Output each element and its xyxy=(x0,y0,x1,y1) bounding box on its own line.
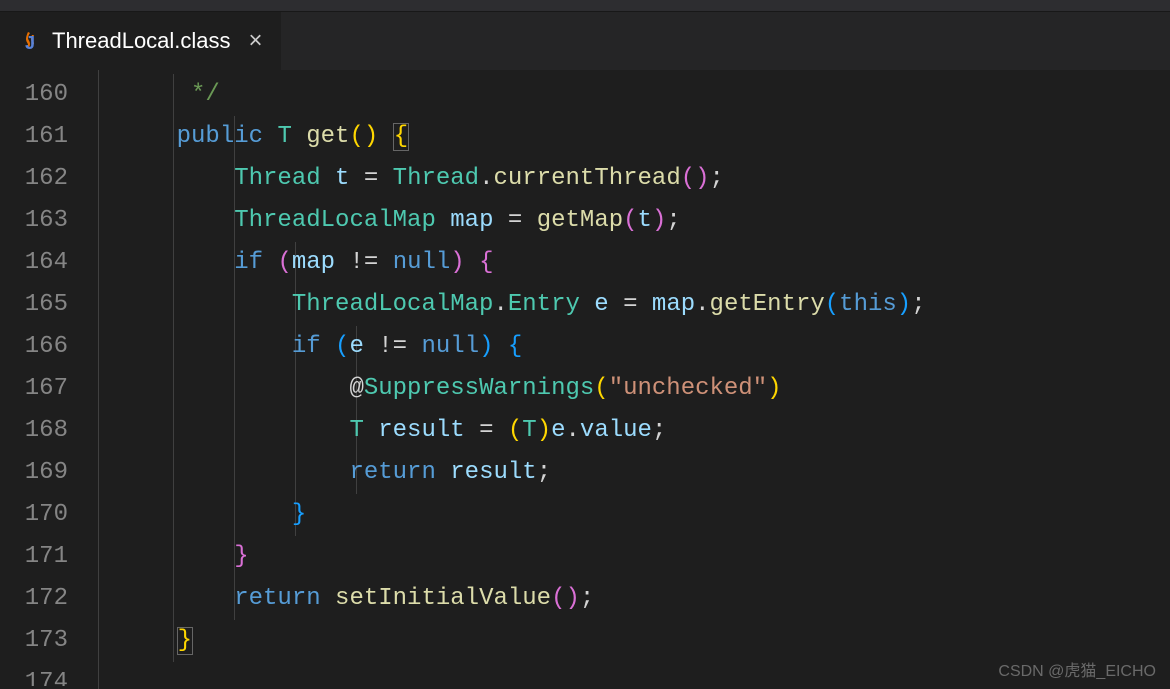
line-gutter: 160 161 162 163 164 165 166 167 168 169 … xyxy=(0,70,98,689)
tab-bar: J ThreadLocal.class × xyxy=(0,12,1170,70)
line-number: 164 xyxy=(0,242,68,284)
code-area[interactable]: */ public T get() { Thread t = Thread.cu… xyxy=(98,70,1170,689)
java-icon: J xyxy=(18,29,42,53)
code-line-173[interactable]: } xyxy=(119,620,1170,662)
close-icon[interactable]: × xyxy=(249,27,263,55)
line-number: 171 xyxy=(0,536,68,578)
code-line-171[interactable]: } xyxy=(119,536,1170,578)
code-line-170[interactable]: } xyxy=(119,494,1170,536)
line-number: 174 xyxy=(0,662,68,686)
line-number: 172 xyxy=(0,578,68,620)
line-number: 160 xyxy=(0,74,68,116)
line-number: 167 xyxy=(0,368,68,410)
tab-threadlocal[interactable]: J ThreadLocal.class × xyxy=(0,12,281,70)
code-line-161[interactable]: public T get() { xyxy=(119,116,1170,158)
line-number: 170 xyxy=(0,494,68,536)
code-line-165[interactable]: ThreadLocalMap.Entry e = map.getEntry(th… xyxy=(119,284,1170,326)
code-line-160[interactable]: */ xyxy=(119,74,1170,116)
code-line-168[interactable]: T result = (T)e.value; xyxy=(119,410,1170,452)
svg-text:J: J xyxy=(25,33,35,53)
code-line-172[interactable]: return setInitialValue(); xyxy=(119,578,1170,620)
editor[interactable]: 160 161 162 163 164 165 166 167 168 169 … xyxy=(0,70,1170,689)
title-bar xyxy=(0,0,1170,12)
line-number: 169 xyxy=(0,452,68,494)
watermark: CSDN @虎猫_EICHO xyxy=(998,657,1156,681)
code-line-169[interactable]: return result; xyxy=(119,452,1170,494)
line-number: 165 xyxy=(0,284,68,326)
line-number: 173 xyxy=(0,620,68,662)
line-number: 168 xyxy=(0,410,68,452)
code-line-162[interactable]: Thread t = Thread.currentThread(); xyxy=(119,158,1170,200)
code-line-164[interactable]: if (map != null) { xyxy=(119,242,1170,284)
code-line-166[interactable]: if (e != null) { xyxy=(119,326,1170,368)
code-line-167[interactable]: @SuppressWarnings("unchecked") xyxy=(119,368,1170,410)
line-number: 163 xyxy=(0,200,68,242)
line-number: 162 xyxy=(0,158,68,200)
line-number: 166 xyxy=(0,326,68,368)
line-number: 161 xyxy=(0,116,68,158)
tab-label: ThreadLocal.class xyxy=(52,28,231,54)
code-line-163[interactable]: ThreadLocalMap map = getMap(t); xyxy=(119,200,1170,242)
